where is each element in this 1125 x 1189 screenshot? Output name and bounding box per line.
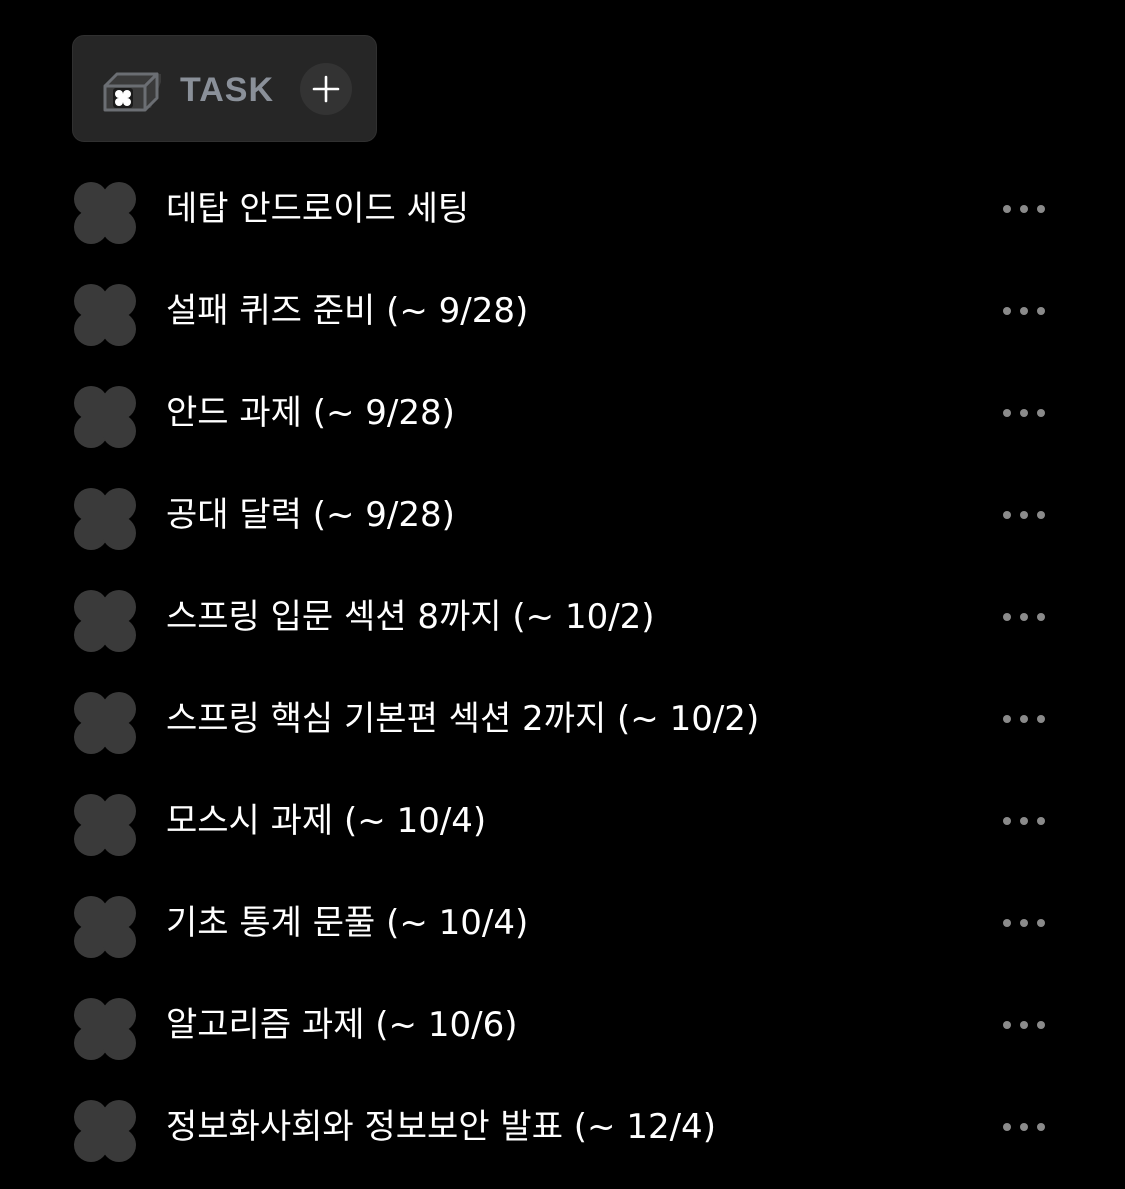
flower-status-icon[interactable]: [73, 793, 137, 857]
flower-status-icon[interactable]: [73, 589, 137, 653]
task-label[interactable]: 설패 퀴즈 준비 (~ 9/28): [166, 289, 528, 333]
task-row: 공대 달력 (~ 9/28): [0, 465, 1125, 567]
more-icon: [1003, 613, 1045, 621]
flower-status-icon[interactable]: [73, 181, 137, 245]
task-header: TASK: [72, 35, 377, 142]
task-row: 기초 통계 문풀 (~ 10/4): [0, 873, 1125, 975]
more-options-button[interactable]: [996, 605, 1052, 629]
flower-status-icon[interactable]: [73, 487, 137, 551]
task-label[interactable]: 공대 달력 (~ 9/28): [166, 493, 455, 537]
more-options-button[interactable]: [996, 707, 1052, 731]
more-icon: [1003, 1123, 1045, 1131]
task-row: 설패 퀴즈 준비 (~ 9/28): [0, 261, 1125, 363]
more-icon: [1003, 409, 1045, 417]
more-options-button[interactable]: [996, 1013, 1052, 1037]
task-row: 정보화사회와 정보보안 발표 (~ 12/4): [0, 1077, 1125, 1179]
more-icon: [1003, 919, 1045, 927]
task-row: 알고리즘 과제 (~ 10/6): [0, 975, 1125, 1077]
mailbox-icon: [103, 72, 161, 112]
more-options-button[interactable]: [996, 911, 1052, 935]
task-row: 모스시 과제 (~ 10/4): [0, 771, 1125, 873]
more-options-button[interactable]: [996, 1115, 1052, 1139]
plus-icon: [312, 75, 340, 103]
more-icon: [1003, 511, 1045, 519]
flower-status-icon[interactable]: [73, 895, 137, 959]
more-options-button[interactable]: [996, 197, 1052, 221]
task-label[interactable]: 데탑 안드로이드 세팅: [166, 187, 469, 231]
more-icon: [1003, 817, 1045, 825]
flower-status-icon[interactable]: [73, 283, 137, 347]
task-row: 스프링 핵심 기본편 섹션 2까지 (~ 10/2): [0, 669, 1125, 771]
more-options-button[interactable]: [996, 299, 1052, 323]
add-task-button[interactable]: [300, 63, 352, 115]
more-icon: [1003, 205, 1045, 213]
task-label[interactable]: 안드 과제 (~ 9/28): [166, 391, 455, 435]
task-row: 안드 과제 (~ 9/28): [0, 363, 1125, 465]
task-row: 데탑 안드로이드 세팅: [0, 159, 1125, 261]
more-options-button[interactable]: [996, 503, 1052, 527]
more-options-button[interactable]: [996, 809, 1052, 833]
task-label[interactable]: 알고리즘 과제 (~ 10/6): [166, 1003, 517, 1047]
flower-status-icon[interactable]: [73, 385, 137, 449]
task-row: 스프링 입문 섹션 8까지 (~ 10/2): [0, 567, 1125, 669]
flower-status-icon[interactable]: [73, 997, 137, 1061]
more-options-button[interactable]: [996, 401, 1052, 425]
task-label[interactable]: 모스시 과제 (~ 10/4): [166, 799, 486, 843]
task-list: 데탑 안드로이드 세팅 설패 퀴즈 준비 (~ 9/28) 안드 과제 (~ 9…: [0, 159, 1125, 1179]
more-icon: [1003, 715, 1045, 723]
task-label[interactable]: 기초 통계 문풀 (~ 10/4): [166, 901, 528, 945]
task-label[interactable]: 스프링 핵심 기본편 섹션 2까지 (~ 10/2): [166, 697, 759, 741]
more-icon: [1003, 1021, 1045, 1029]
flower-status-icon[interactable]: [73, 1099, 137, 1163]
task-label[interactable]: 정보화사회와 정보보안 발표 (~ 12/4): [166, 1105, 716, 1149]
more-icon: [1003, 307, 1045, 315]
task-title: TASK: [180, 71, 275, 109]
task-label[interactable]: 스프링 입문 섹션 8까지 (~ 10/2): [166, 595, 655, 639]
flower-status-icon[interactable]: [73, 691, 137, 755]
